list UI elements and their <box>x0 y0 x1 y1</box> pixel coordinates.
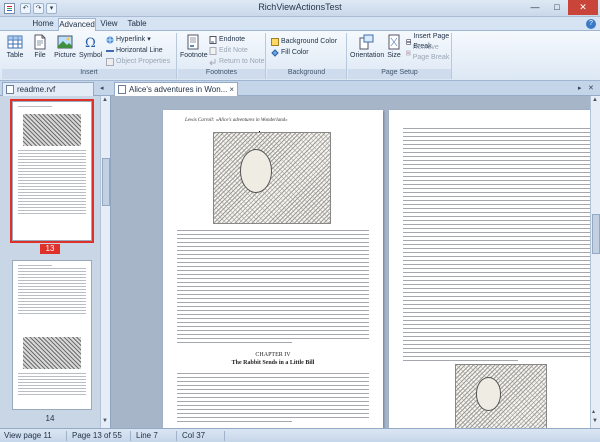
scroll-down-icon[interactable]: ▼ <box>102 418 108 424</box>
scroll-up-icon[interactable]: ▲ <box>102 97 108 103</box>
group-background: Background Color Fill Color Background <box>267 33 347 79</box>
chevron-down-icon: ▾ <box>147 36 151 43</box>
edit-note-icon <box>209 47 217 55</box>
group-label-footnotes: Footnotes <box>178 69 265 79</box>
window-title: RichViewActionsTest <box>258 2 342 12</box>
chapter-number: CHAPTER IV <box>255 352 291 358</box>
tab-home[interactable]: Home <box>28 18 58 31</box>
thumbnail-page-number: 13 <box>40 244 60 254</box>
fill-color-button[interactable]: Fill Color <box>271 48 309 58</box>
hyperlink-button[interactable]: Hyperlink ▾ <box>106 35 151 45</box>
illustration <box>213 132 331 224</box>
object-properties-button[interactable]: Object Properties <box>106 57 170 67</box>
document-view[interactable]: Lewis Carroll: «Alice's adventures in Wo… <box>111 96 590 428</box>
page-text <box>403 128 590 364</box>
remove-page-break-icon <box>406 50 411 56</box>
close-tab-icon[interactable]: × <box>229 83 234 96</box>
thumbnail-page[interactable] <box>12 260 92 410</box>
document-page-left[interactable]: Lewis Carroll: «Alice's adventures in Wo… <box>163 110 383 428</box>
thumbnail-page-number: 14 <box>45 414 55 423</box>
page-text <box>177 230 369 346</box>
scroll-up-icon[interactable]: ▲ <box>592 97 598 103</box>
object-properties-icon <box>106 58 114 66</box>
group-label-insert: Insert <box>2 69 176 79</box>
minimize-button[interactable]: — <box>524 0 546 15</box>
scrollbar-thumb[interactable] <box>592 214 600 254</box>
horizontal-line-button[interactable]: Horizontal Line <box>106 46 163 56</box>
window-controls: — □ ✕ <box>524 0 598 15</box>
document-icon <box>118 85 126 94</box>
status-view-page: View page 11 <box>4 431 52 440</box>
orientation-button[interactable]: Orientation <box>350 34 384 59</box>
return-to-note-button[interactable]: Return to Note <box>209 57 265 67</box>
title-bar: ↶ ↷ ▾ RichViewActionsTest — □ ✕ <box>0 0 600 17</box>
group-insert: Table File Picture Ω Symbol Hyperlink ▾ H… <box>2 33 177 79</box>
tab-scroll-icon[interactable]: ◂ <box>100 84 104 92</box>
status-line: Line 7 <box>136 431 158 440</box>
size-button[interactable]: Size <box>384 34 404 59</box>
file-button[interactable]: File <box>29 34 51 59</box>
status-column: Col 37 <box>182 431 206 440</box>
thumbnail-illustration <box>23 337 81 369</box>
remove-page-break-button[interactable]: Remove Page Break <box>406 44 451 61</box>
thumbnail-illustration <box>23 114 81 146</box>
chapter-title: The Rabbit Sends in a Little Bill <box>231 360 315 366</box>
endnote-button[interactable]: Endnote <box>209 35 245 45</box>
thumbnail-page[interactable] <box>10 99 94 243</box>
orientation-icon <box>359 34 374 50</box>
document-tabs: readme.rvf Alice's adventures in Won... … <box>0 81 600 96</box>
vertical-scrollbar[interactable]: ▲ ▴ ▼ <box>590 96 600 428</box>
picture-button[interactable]: Picture <box>54 34 76 59</box>
close-document-icon[interactable]: ✕ <box>588 84 594 92</box>
document-page-right[interactable] <box>389 110 590 428</box>
symbol-button[interactable]: Ω Symbol <box>79 34 102 59</box>
doc-tab-alice[interactable]: Alice's adventures in Won... × <box>114 82 238 96</box>
group-footnotes: Footnote Endnote Edit Note Return to Not… <box>178 33 266 79</box>
file-icon <box>34 34 46 50</box>
illustration <box>455 364 547 428</box>
thumbnail-pane: 13 14 ▲ ▼ <box>0 96 111 428</box>
picture-icon <box>57 35 73 49</box>
table-icon <box>7 35 23 49</box>
page-text <box>177 373 369 425</box>
svg-text:Ω: Ω <box>85 36 96 50</box>
footnote-icon <box>187 34 199 50</box>
help-icon[interactable]: ? <box>586 19 596 29</box>
symbol-icon: Ω <box>85 36 96 50</box>
running-header: Lewis Carroll: «Alice's adventures in Wo… <box>185 118 288 123</box>
footnote-button[interactable]: Footnote <box>180 34 208 59</box>
endnote-icon <box>209 36 217 44</box>
tab-table[interactable]: Table <box>122 18 152 31</box>
scrollbar-thumb[interactable] <box>102 158 110 206</box>
maximize-button[interactable]: □ <box>546 0 568 15</box>
thumbnail-scrollbar[interactable]: ▲ ▼ <box>100 96 110 428</box>
table-button[interactable]: Table <box>4 34 26 59</box>
page-up-icon[interactable]: ▴ <box>592 408 595 415</box>
status-page-count: Page 13 of 55 <box>72 431 122 440</box>
close-button[interactable]: ✕ <box>568 0 598 15</box>
horizontal-line-icon <box>106 50 114 52</box>
background-color-button[interactable]: Background Color <box>271 37 337 47</box>
group-label-page-setup: Page Setup <box>348 69 451 79</box>
background-color-icon <box>271 38 279 46</box>
tab-advanced[interactable]: Advanced <box>58 18 96 31</box>
edit-note-button[interactable]: Edit Note <box>209 46 248 56</box>
group-label-background: Background <box>267 69 346 79</box>
tab-menu-icon[interactable]: ▸ <box>578 84 582 92</box>
page-break-icon <box>406 39 412 45</box>
ribbon: Table File Picture Ω Symbol Hyperlink ▾ H… <box>0 31 600 81</box>
return-to-note-icon <box>209 59 216 66</box>
group-page-setup: Orientation Size Insert Page Break Remov… <box>348 33 452 79</box>
fill-color-icon <box>271 49 279 57</box>
size-icon <box>388 34 400 50</box>
status-bar: View page 11 Page 13 of 55 Line 7 Col 37 <box>0 428 600 442</box>
ribbon-tabs: Home Advanced View Table ? <box>0 17 600 31</box>
scroll-down-icon[interactable]: ▼ <box>592 418 598 424</box>
tab-view[interactable]: View <box>96 18 122 31</box>
document-icon <box>6 85 14 94</box>
doc-tab-readme[interactable]: readme.rvf <box>2 82 94 96</box>
hyperlink-icon <box>106 36 114 44</box>
